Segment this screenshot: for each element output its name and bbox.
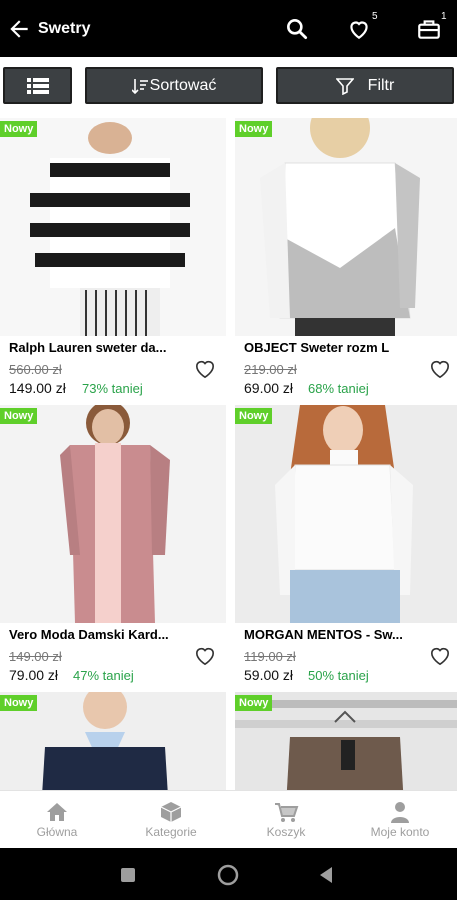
pink-cardigan-image <box>0 405 226 623</box>
discount-label: 73% taniej <box>82 381 143 396</box>
new-badge: Nowy <box>235 408 273 424</box>
product-image[interactable]: Nowy <box>235 692 457 790</box>
list-view-button[interactable] <box>3 67 72 104</box>
back-triangle-icon[interactable] <box>318 866 334 884</box>
sort-label: Sortować <box>149 76 217 94</box>
product-image[interactable]: Nowy <box>0 692 226 790</box>
product-name[interactable]: Ralph Lauren sweter da... <box>9 340 179 355</box>
nav-home[interactable]: Główna <box>0 791 114 849</box>
cart-count-badge: 1 <box>441 11 447 22</box>
new-badge: Nowy <box>0 408 38 424</box>
nav-categories-label: Kategorie <box>145 825 197 839</box>
old-price: 149.00 zł <box>9 649 62 664</box>
white-turtleneck-image <box>235 405 457 623</box>
home-icon <box>47 803 67 821</box>
heart-icon[interactable] <box>194 646 216 666</box>
price: 79.00 zł <box>9 667 59 683</box>
nav-home-label: Główna <box>36 825 78 839</box>
filter-label: Filtr <box>367 76 395 94</box>
product-image[interactable]: Nowy <box>235 118 457 336</box>
nav-cart[interactable]: Koszyk <box>229 791 343 849</box>
back-arrow-icon[interactable] <box>6 16 32 42</box>
nav-account-label: Moje konto <box>370 825 430 839</box>
filter-button[interactable]: Filtr <box>276 67 454 104</box>
product-name[interactable]: MORGAN MENTOS - Sw... <box>244 627 414 642</box>
product-name[interactable]: Vero Moda Damski Kard... <box>9 627 179 642</box>
product-image[interactable]: Nowy <box>0 118 226 336</box>
nav-categories[interactable]: Kategorie <box>114 791 228 849</box>
home-circle-icon[interactable] <box>217 864 239 886</box>
favorites-count-badge: 5 <box>372 11 378 22</box>
grey-white-sweater-image <box>235 118 457 336</box>
price: 149.00 zł <box>9 380 66 396</box>
old-price: 119.00 zł <box>244 649 296 664</box>
cart-icon[interactable] <box>416 16 442 42</box>
price: 59.00 zł <box>244 667 294 683</box>
new-badge: Nowy <box>235 121 273 137</box>
new-badge: Nowy <box>235 695 273 711</box>
heart-icon[interactable] <box>429 359 451 379</box>
discount-label: 50% taniej <box>308 668 369 683</box>
new-badge: Nowy <box>0 121 38 137</box>
discount-label: 68% taniej <box>308 381 369 396</box>
categories-box-icon <box>160 802 182 822</box>
price: 69.00 zł <box>244 380 294 396</box>
heart-icon[interactable] <box>429 646 451 666</box>
product-name[interactable]: OBJECT Sweter rozm L <box>244 340 414 355</box>
sort-button[interactable]: Sortować <box>85 67 263 104</box>
striped-sweater-image <box>0 118 226 336</box>
product-image[interactable]: Nowy <box>0 405 226 623</box>
recent-apps-icon[interactable] <box>120 867 136 883</box>
product-image[interactable]: Nowy <box>235 405 457 623</box>
cart-icon <box>275 803 299 822</box>
heart-favorites-icon[interactable] <box>346 16 372 42</box>
top-app-bar: Swetry 5 1 <box>0 0 457 57</box>
page-title: Swetry <box>38 20 91 37</box>
bottom-navigation: Główna Kategorie Koszyk Moje konto <box>0 790 457 848</box>
old-price: 219.00 zł <box>244 362 297 377</box>
sort-icon <box>131 78 148 94</box>
list-icon <box>26 77 49 94</box>
funnel-icon <box>335 77 354 95</box>
heart-icon[interactable] <box>194 359 216 379</box>
new-badge: Nowy <box>0 695 38 711</box>
product-grid: Nowy Ralph Lauren sweter da... 560.00 zł… <box>0 115 457 790</box>
nav-account[interactable]: Moje konto <box>343 791 457 849</box>
search-icon[interactable] <box>284 16 310 42</box>
user-icon <box>391 802 409 823</box>
old-price: 560.00 zł <box>9 362 62 377</box>
discount-label: 47% taniej <box>73 668 134 683</box>
nav-cart-label: Koszyk <box>266 825 306 839</box>
system-navigation-bar <box>0 848 457 900</box>
filter-toolbar: Sortować Filtr <box>0 57 457 115</box>
